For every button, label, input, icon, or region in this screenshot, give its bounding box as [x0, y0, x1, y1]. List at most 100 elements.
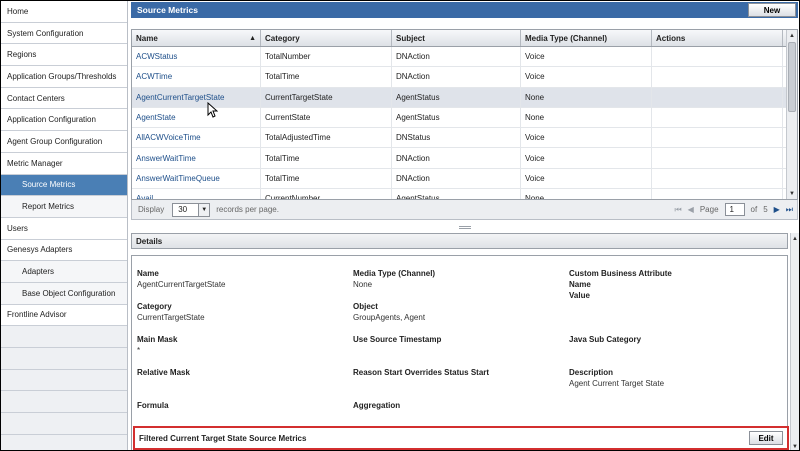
cell-actions [652, 47, 783, 67]
page-size-select[interactable]: 30 ▼ [172, 202, 211, 217]
field-main-mask: Main Mask * [137, 334, 177, 356]
cell-media-type: None [521, 189, 652, 199]
field-formula: Formula [137, 400, 169, 411]
details-scrollbar[interactable]: ▲ ▼ [790, 233, 799, 450]
cell-category: TotalTime [261, 168, 392, 189]
next-page-icon[interactable]: ▶ [774, 205, 780, 214]
pager: Display 30 ▼ records per page. ⏮ ◀ Page … [131, 200, 798, 220]
edit-button[interactable]: Edit [749, 431, 783, 445]
column-header-subject[interactable]: Subject [392, 30, 521, 46]
sidebar-blank-row [1, 369, 127, 392]
of-label: of [750, 205, 758, 214]
cell-category: CurrentState [261, 107, 392, 128]
cell-actions [652, 87, 783, 107]
pager-controls: ⏮ ◀ Page 1 of 5 ▶ ⏭ [674, 203, 797, 216]
cell-name[interactable]: AgentCurrentTargetState [132, 87, 261, 107]
sidebar-item-users[interactable]: Users [1, 217, 127, 240]
scroll-up-icon[interactable]: ▲ [787, 30, 797, 41]
cell-name[interactable]: AnswerWaitTime [132, 148, 261, 168]
cell-subject: DNAction [392, 168, 521, 189]
field-label: Formula [137, 401, 169, 410]
cell-media-type: Voice [521, 47, 652, 67]
cell-subject: AgentStatus [392, 87, 521, 107]
scroll-up-icon[interactable]: ▲ [791, 233, 799, 244]
column-header-category[interactable]: Category [261, 30, 392, 46]
total-pages: 5 [763, 205, 768, 214]
cell-name[interactable]: AllACWVoiceTime [132, 128, 261, 148]
cell-media-type: Voice [521, 168, 652, 189]
sidebar-item-metric-manager[interactable]: Metric Manager [1, 152, 127, 175]
cell-category: TotalTime [261, 148, 392, 168]
scroll-down-icon[interactable]: ▼ [791, 441, 799, 450]
table-row[interactable]: AllACWVoiceTime TotalAdjustedTime DNStat… [132, 128, 797, 149]
scroll-down-icon[interactable]: ▼ [787, 188, 797, 199]
details-header: Details [131, 233, 788, 249]
table-row[interactable]: AgentState CurrentState AgentStatus None [132, 107, 797, 129]
sidebar-item-source-metrics[interactable]: Source Metrics [1, 174, 127, 197]
table-row-selected[interactable]: AgentCurrentTargetState CurrentTargetSta… [132, 87, 797, 108]
sidebar-item-report-metrics[interactable]: Report Metrics [1, 196, 127, 218]
table-row[interactable]: ACWStatus TotalNumber DNAction Voice [132, 47, 797, 68]
chevron-down-icon[interactable]: ▼ [198, 203, 210, 216]
field-media-type: Media Type (Channel) None [353, 268, 435, 290]
cell-subject: DNStatus [392, 128, 521, 148]
sidebar-item-regions[interactable]: Regions [1, 44, 127, 67]
field-object: Object GroupAgents, Agent [353, 301, 425, 323]
cell-category: CurrentNumber [261, 189, 392, 199]
display-label: Display [138, 205, 165, 214]
new-button[interactable]: New [748, 3, 796, 17]
cell-media-type: Voice [521, 128, 652, 148]
sidebar-item-system-configuration[interactable]: System Configuration [1, 22, 127, 45]
field-reason-start: Reason Start Overrides Status Start [353, 367, 489, 378]
column-header-name[interactable]: Name ▲ [132, 30, 261, 46]
sidebar-item-home[interactable]: Home [1, 1, 127, 23]
field-value: None [353, 280, 373, 289]
cell-name[interactable]: ACWStatus [132, 47, 261, 67]
sidebar-item-adapters[interactable]: Adapters [1, 261, 127, 283]
first-page-icon[interactable]: ⏮ [674, 205, 681, 215]
cell-subject: DNAction [392, 47, 521, 67]
table-row[interactable]: ACWTime TotalTime DNAction Voice [132, 67, 797, 88]
field-label: Name [569, 280, 591, 289]
field-value: Agent Current Target State [569, 379, 665, 388]
app-window: Home System Configuration Regions Applic… [0, 0, 800, 451]
table-scrollbar[interactable]: ▲ ▼ [786, 30, 797, 199]
field-name: Name AgentCurrentTargetState [137, 268, 226, 290]
previous-page-icon[interactable]: ◀ [688, 205, 694, 214]
column-header-media-type[interactable]: Media Type (Channel) [521, 30, 652, 46]
cell-name[interactable]: AgentState [132, 107, 261, 128]
field-description: Description Agent Current Target State [569, 367, 664, 389]
field-value: GroupAgents, Agent [353, 313, 426, 322]
cell-category: CurrentTargetState [261, 87, 392, 107]
cell-name[interactable]: AnswerWaitTimeQueue [132, 168, 261, 189]
field-label: Description [569, 368, 614, 377]
splitter-handle[interactable] [131, 223, 798, 231]
sidebar: Home System Configuration Regions Applic… [1, 1, 128, 450]
cell-name[interactable]: Avail [132, 189, 261, 199]
details-body: Name AgentCurrentTargetState Media Type … [131, 255, 788, 450]
cell-subject: DNAction [392, 148, 521, 168]
sidebar-item-genesys-adapters[interactable]: Genesys Adapters [1, 239, 127, 262]
sidebar-item-application-groups[interactable]: Application Groups/Thresholds [1, 66, 127, 88]
sidebar-item-base-object-configuration[interactable]: Base Object Configuration [1, 282, 127, 305]
table-row[interactable]: Avail CurrentNumber AgentStatus None [132, 189, 797, 199]
sidebar-item-agent-group-configuration[interactable]: Agent Group Configuration [1, 131, 127, 153]
field-label: Media Type (Channel) [353, 269, 436, 278]
scroll-thumb[interactable] [788, 42, 796, 112]
table-row[interactable]: AnswerWaitTimeQueue TotalTime DNAction V… [132, 168, 797, 190]
filtered-metrics-title: Filtered Current Target State Source Met… [139, 433, 307, 443]
cell-media-type: Voice [521, 67, 652, 87]
cell-media-type: Voice [521, 148, 652, 168]
field-label: Main Mask [137, 335, 178, 344]
field-category: Category CurrentTargetState [137, 301, 205, 323]
column-header-actions[interactable]: Actions [652, 30, 783, 46]
sidebar-item-frontline-advisor[interactable]: Frontline Advisor [1, 304, 127, 327]
sidebar-item-contact-centers[interactable]: Contact Centers [1, 87, 127, 110]
cell-name[interactable]: ACWTime [132, 67, 261, 87]
page-number-input[interactable]: 1 [724, 203, 745, 216]
filtered-metrics-section: Filtered Current Target State Source Met… [133, 426, 789, 450]
last-page-icon[interactable]: ⏭ [786, 205, 793, 215]
sidebar-item-application-configuration[interactable]: Application Configuration [1, 109, 127, 132]
table-row[interactable]: AnswerWaitTime TotalTime DNAction Voice [132, 148, 797, 169]
main-panel: Source Metrics New Name ▲ Category Subje… [131, 1, 799, 450]
